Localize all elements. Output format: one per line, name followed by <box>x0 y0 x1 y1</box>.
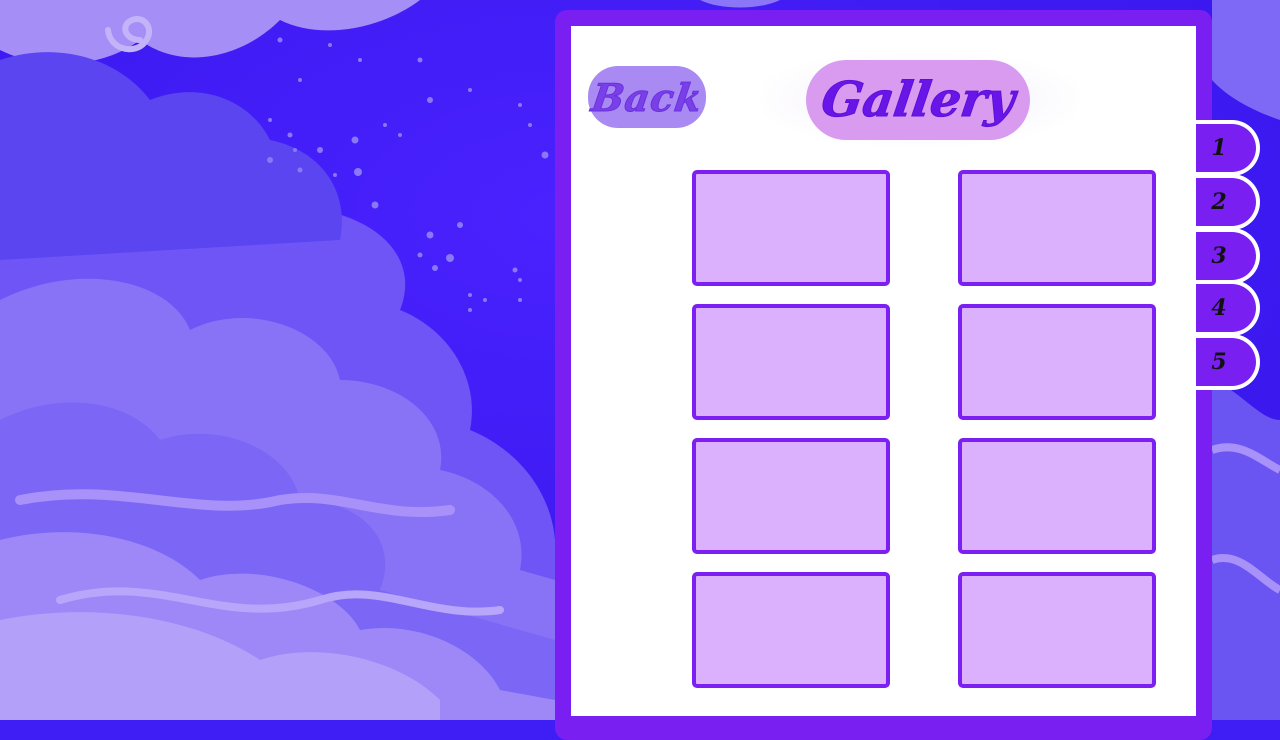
gallery-slot-3[interactable] <box>692 304 890 420</box>
gallery-slot-1[interactable] <box>692 170 890 286</box>
gallery-slot-5[interactable] <box>692 438 890 554</box>
gallery-slot-4[interactable] <box>958 304 1156 420</box>
back-button[interactable]: Back <box>588 66 706 128</box>
page-tab-1[interactable]: 1 <box>1196 120 1260 176</box>
gallery-title-badge: Gallery <box>806 60 1030 140</box>
page-tab-label: 5 <box>1211 349 1227 375</box>
page-tab-label: 4 <box>1211 295 1227 321</box>
page-tab-2[interactable]: 2 <box>1196 174 1260 230</box>
page-tab-4[interactable]: 4 <box>1196 280 1260 336</box>
gallery-slot-8[interactable] <box>958 572 1156 688</box>
page-tab-label: 1 <box>1211 135 1227 161</box>
gallery-slot-7[interactable] <box>692 572 890 688</box>
page-title: Gallery <box>817 72 1019 129</box>
page-tab-label: 3 <box>1211 243 1227 269</box>
gallery-slot-6[interactable] <box>958 438 1156 554</box>
page-tab-5[interactable]: 5 <box>1196 334 1260 390</box>
page-tab-3[interactable]: 3 <box>1196 228 1260 284</box>
page-tab-label: 2 <box>1211 189 1227 215</box>
back-button-label: Back <box>588 74 706 120</box>
gallery-slot-2[interactable] <box>958 170 1156 286</box>
